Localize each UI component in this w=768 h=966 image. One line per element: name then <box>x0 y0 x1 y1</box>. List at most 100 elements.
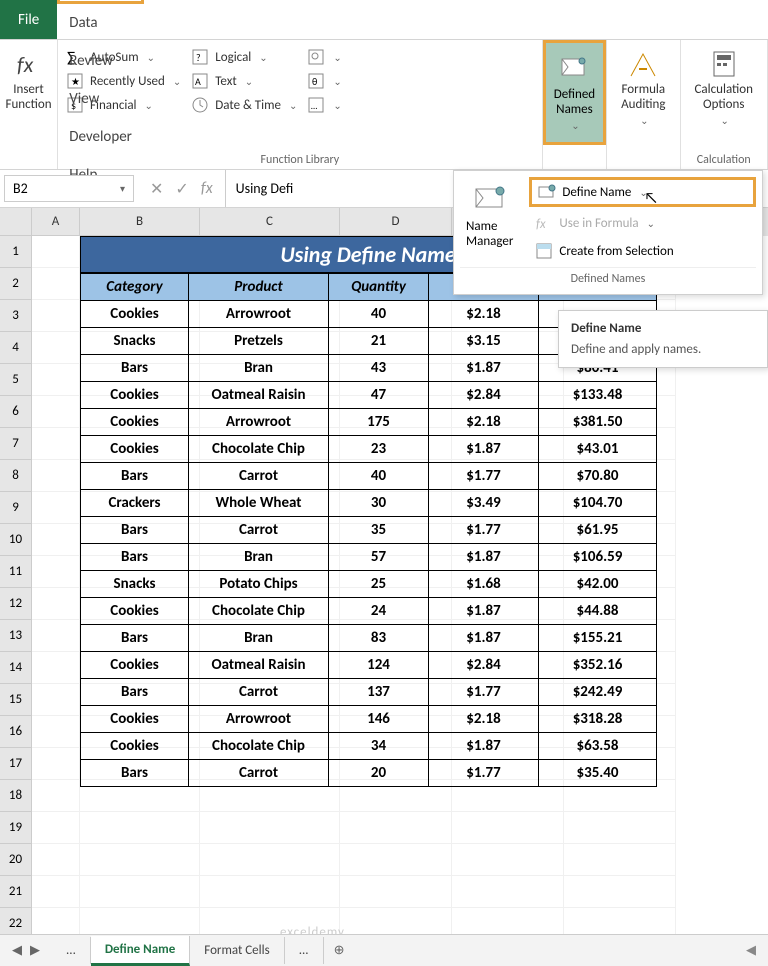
tab-data[interactable]: Data <box>57 4 144 42</box>
cell-A21[interactable] <box>32 876 80 908</box>
sheet-ellipsis[interactable]: ... <box>52 937 91 964</box>
row-header-7[interactable]: 7 <box>0 428 32 460</box>
cell-A10[interactable] <box>32 524 80 556</box>
cell-A1[interactable] <box>32 236 80 268</box>
table-cell[interactable]: $2.18 <box>429 301 539 328</box>
select-all-corner[interactable] <box>0 208 32 236</box>
cell-A14[interactable] <box>32 652 80 684</box>
table-cell[interactable]: 43 <box>329 355 429 382</box>
table-cell[interactable]: 57 <box>329 544 429 571</box>
cell-B21[interactable] <box>80 876 200 908</box>
cell-A16[interactable] <box>32 716 80 748</box>
row-header-11[interactable]: 11 <box>0 556 32 588</box>
cell-A5[interactable] <box>32 364 80 396</box>
table-cell[interactable]: 35 <box>329 517 429 544</box>
table-cell[interactable]: $1.87 <box>429 625 539 652</box>
logical-button[interactable]: ?Logical⌄ <box>191 48 297 66</box>
more-functions-button[interactable]: …⌄ <box>307 96 341 114</box>
table-cell[interactable]: $44.88 <box>539 598 657 625</box>
define-name-item[interactable]: Define Name⌄ ↖ <box>529 177 756 207</box>
cell-A9[interactable] <box>32 492 80 524</box>
row-header-4[interactable]: 4 <box>0 332 32 364</box>
cell-C21[interactable] <box>200 876 340 908</box>
table-cell[interactable]: $1.77 <box>429 463 539 490</box>
table-cell[interactable]: $2.84 <box>429 382 539 409</box>
date-time-button[interactable]: Date & Time⌄ <box>191 96 297 114</box>
col-header-A[interactable]: A <box>32 208 80 236</box>
col-header-B[interactable]: B <box>80 208 200 236</box>
table-cell[interactable]: Carrot <box>189 463 329 490</box>
table-cell[interactable]: $43.01 <box>539 436 657 463</box>
table-cell[interactable]: Whole Wheat <box>189 490 329 517</box>
cell-A8[interactable] <box>32 460 80 492</box>
col-header-D[interactable]: D <box>340 208 452 236</box>
row-header-6[interactable]: 6 <box>0 396 32 428</box>
row-header-9[interactable]: 9 <box>0 492 32 524</box>
fx-icon[interactable]: fx <box>201 179 213 199</box>
table-cell[interactable]: $1.77 <box>429 679 539 706</box>
table-cell[interactable]: $3.49 <box>429 490 539 517</box>
cell-D22[interactable] <box>340 908 452 934</box>
sheet-nav-prev[interactable]: ◀ <box>12 943 22 958</box>
cell-E22[interactable] <box>452 908 564 934</box>
cell-A11[interactable] <box>32 556 80 588</box>
table-cell[interactable]: $1.77 <box>429 760 539 787</box>
cell-B22[interactable] <box>80 908 200 934</box>
col-header-C[interactable]: C <box>200 208 340 236</box>
table-cell[interactable]: Oatmeal Raisin <box>189 382 329 409</box>
table-cell[interactable]: 30 <box>329 490 429 517</box>
table-cell[interactable]: Carrot <box>189 760 329 787</box>
tab-developer[interactable]: Developer <box>57 118 144 156</box>
cell-E20[interactable] <box>452 844 564 876</box>
row-header-19[interactable]: 19 <box>0 812 32 844</box>
table-cell[interactable]: 175 <box>329 409 429 436</box>
table-cell[interactable]: $1.87 <box>429 544 539 571</box>
cell-A17[interactable] <box>32 748 80 780</box>
cell-F20[interactable] <box>564 844 676 876</box>
row-header-21[interactable]: 21 <box>0 876 32 908</box>
sheet-nav-next[interactable]: ▶ <box>30 943 40 958</box>
table-cell[interactable]: Snacks <box>81 328 189 355</box>
table-cell[interactable]: 20 <box>329 760 429 787</box>
table-cell[interactable]: Oatmeal Raisin <box>189 652 329 679</box>
cell-D21[interactable] <box>340 876 452 908</box>
row-header-12[interactable]: 12 <box>0 588 32 620</box>
cell-A20[interactable] <box>32 844 80 876</box>
row-header-16[interactable]: 16 <box>0 716 32 748</box>
name-manager-button[interactable]: Name Manager <box>460 177 519 263</box>
table-cell[interactable]: 137 <box>329 679 429 706</box>
cell-C19[interactable] <box>200 812 340 844</box>
table-cell[interactable]: Snacks <box>81 571 189 598</box>
cell-A6[interactable] <box>32 396 80 428</box>
table-cell[interactable]: Cookies <box>81 301 189 328</box>
sheet-tab-active[interactable]: Define Name <box>91 936 190 966</box>
cell-A4[interactable] <box>32 332 80 364</box>
table-cell[interactable]: Bars <box>81 679 189 706</box>
cell-A18[interactable] <box>32 780 80 812</box>
lookup-button[interactable]: ⌄ <box>307 48 341 66</box>
enter-icon[interactable]: ✓ <box>175 179 188 199</box>
table-cell[interactable]: Chocolate Chip <box>189 436 329 463</box>
new-sheet-button[interactable]: ⊕ <box>324 943 355 958</box>
table-cell[interactable]: 124 <box>329 652 429 679</box>
table-cell[interactable]: Cookies <box>81 409 189 436</box>
table-cell[interactable]: $1.87 <box>429 355 539 382</box>
tab-view[interactable]: View <box>57 80 144 118</box>
cell-A2[interactable] <box>32 268 80 300</box>
cell-B20[interactable] <box>80 844 200 876</box>
text-button[interactable]: AText⌄ <box>191 72 297 90</box>
table-cell[interactable]: 24 <box>329 598 429 625</box>
table-cell[interactable]: 25 <box>329 571 429 598</box>
table-cell[interactable]: $2.18 <box>429 706 539 733</box>
table-cell[interactable]: Bars <box>81 463 189 490</box>
table-cell[interactable]: $61.95 <box>539 517 657 544</box>
table-cell[interactable]: $133.48 <box>539 382 657 409</box>
table-cell[interactable]: Cookies <box>81 436 189 463</box>
table-cell[interactable]: Carrot <box>189 679 329 706</box>
table-cell[interactable]: $1.77 <box>429 517 539 544</box>
table-cell[interactable]: Arrowroot <box>189 409 329 436</box>
table-cell[interactable]: 21 <box>329 328 429 355</box>
table-cell[interactable]: Crackers <box>81 490 189 517</box>
table-cell[interactable]: $352.16 <box>539 652 657 679</box>
table-cell[interactable]: 40 <box>329 463 429 490</box>
